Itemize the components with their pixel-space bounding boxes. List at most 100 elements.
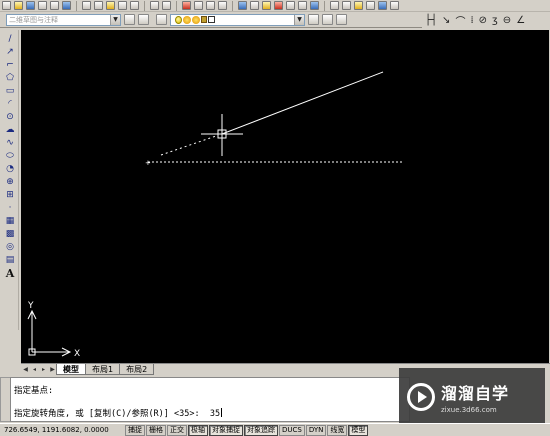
- layer-viewport-thaw-icon[interactable]: [192, 15, 200, 24]
- ellipse-arc-tool-icon[interactable]: ◔: [4, 163, 17, 175]
- multiline-text-tool-icon[interactable]: A: [4, 267, 17, 279]
- table-tool-icon[interactable]: ▤: [4, 254, 17, 266]
- layer-lock-icon[interactable]: [201, 16, 207, 23]
- status-toggle-button[interactable]: DUCS: [279, 424, 305, 436]
- line-tool-icon[interactable]: /: [4, 33, 17, 45]
- new-file-icon[interactable]: [2, 1, 11, 10]
- watermark: 溜溜自学 zixue.3d66.com: [399, 368, 545, 426]
- dimension-ordinate-icon[interactable]: [366, 1, 375, 10]
- drawing-canvas[interactable]: + Y X: [21, 30, 549, 363]
- pan-icon[interactable]: [182, 1, 191, 10]
- layer-thaw-icon[interactable]: [183, 15, 191, 24]
- spline-tool-icon[interactable]: ∿: [4, 137, 17, 149]
- open-file-icon[interactable]: [14, 1, 23, 10]
- zoom-window-icon[interactable]: [206, 1, 215, 10]
- drawing-area[interactable]: + Y X: [21, 30, 549, 363]
- watermark-brand: 溜溜自学: [441, 384, 510, 403]
- sheet-set-icon[interactable]: [274, 1, 283, 10]
- tool-palettes-icon[interactable]: [262, 1, 271, 10]
- point-tool-icon[interactable]: ·: [4, 202, 17, 214]
- copy-icon[interactable]: [94, 1, 103, 10]
- block-editor-icon[interactable]: [130, 1, 139, 10]
- polygon-tool-icon[interactable]: ⬠: [4, 72, 17, 84]
- next-tab-icon[interactable]: ▸: [39, 365, 48, 375]
- my-workspace-icon[interactable]: [138, 14, 149, 25]
- status-toggle-button[interactable]: 极轴: [188, 424, 208, 436]
- make-current-layer-icon[interactable]: [308, 14, 319, 25]
- dimension-aligned-icon[interactable]: [342, 1, 351, 10]
- dimension-angular-tool-icon[interactable]: ∠: [516, 15, 525, 26]
- workspace-settings-icon[interactable]: [124, 14, 135, 25]
- command-prompt-text: 指定旋转角度, 或 [复制(C)/参照(R)] <35>: 35: [14, 409, 221, 419]
- properties-icon[interactable]: [238, 1, 247, 10]
- toolbar-separator: [76, 0, 77, 11]
- status-toggle-button[interactable]: DYN: [305, 424, 327, 436]
- dimension-diameter-icon[interactable]: [390, 1, 399, 10]
- dimension-linear-icon[interactable]: [330, 1, 339, 10]
- design-center-icon[interactable]: [250, 1, 259, 10]
- status-toggle-button[interactable]: 捕捉: [125, 424, 145, 436]
- rectangle-tool-icon[interactable]: ▭: [4, 85, 17, 97]
- dimension-arc-length-tool-icon[interactable]: ⌒: [455, 13, 465, 28]
- insert-block-tool-icon[interactable]: ⊕: [4, 176, 17, 188]
- make-block-tool-icon[interactable]: ⊞: [4, 189, 17, 201]
- region-tool-icon[interactable]: ◎: [4, 241, 17, 253]
- status-toggle-button[interactable]: 正交: [167, 424, 187, 436]
- command-window[interactable]: 指定基点: 指定旋转角度, 或 [复制(C)/参照(R)] <35>: 35: [10, 377, 410, 422]
- dimension-arc-icon[interactable]: [354, 1, 363, 10]
- markup-icon[interactable]: [286, 1, 295, 10]
- dimension-diameter-tool-icon[interactable]: ⊖: [503, 15, 511, 26]
- dimension-ordinate-tool-icon[interactable]: ⁞: [470, 15, 473, 26]
- polyline-tool-icon[interactable]: ⌐: [4, 59, 17, 71]
- revision-cloud-tool-icon[interactable]: ☁: [4, 124, 17, 136]
- save-icon[interactable]: [26, 1, 35, 10]
- tab-model[interactable]: 模型: [56, 364, 86, 375]
- status-toggle-button[interactable]: 线宽: [327, 424, 348, 436]
- status-toggle-button[interactable]: 对象捕捉: [209, 424, 243, 436]
- workspace-dropdown[interactable]: 二维草图与注释 ▼: [6, 13, 121, 26]
- rotated-line[interactable]: [221, 71, 384, 135]
- dimension-linear-tool-icon[interactable]: ├┤: [425, 15, 437, 26]
- first-tab-icon[interactable]: ◀: [21, 365, 30, 375]
- hatch-tool-icon[interactable]: ▦: [4, 215, 17, 227]
- chevron-down-icon[interactable]: ▼: [110, 14, 120, 25]
- layer-state-manager-icon[interactable]: [336, 14, 347, 25]
- layer-state-icons: [173, 15, 216, 24]
- toolbar-separator: [176, 0, 177, 11]
- layer-on-icon[interactable]: [175, 15, 182, 24]
- dimension-aligned-tool-icon[interactable]: ↘: [442, 15, 450, 26]
- chevron-down-icon[interactable]: ▼: [294, 14, 304, 25]
- layer-color-icon[interactable]: [208, 16, 215, 23]
- zoom-realtime-icon[interactable]: [194, 1, 203, 10]
- quickcalc-icon[interactable]: [298, 1, 307, 10]
- command-window-grip[interactable]: [0, 377, 10, 422]
- circle-tool-icon[interactable]: ⊙: [4, 111, 17, 123]
- gradient-tool-icon[interactable]: ▩: [4, 228, 17, 240]
- dimension-jogged-tool-icon[interactable]: ʒ: [492, 15, 498, 26]
- status-toggle-button[interactable]: 栅格: [146, 424, 166, 436]
- publish-icon[interactable]: [62, 1, 71, 10]
- dimension-radius-tool-icon[interactable]: ⊘: [479, 15, 487, 26]
- redo-icon[interactable]: [162, 1, 171, 10]
- undo-icon[interactable]: [150, 1, 159, 10]
- paste-icon[interactable]: [106, 1, 115, 10]
- status-toggle-button[interactable]: 模型: [348, 424, 369, 436]
- arc-tool-icon[interactable]: ◜: [4, 98, 17, 110]
- tab-layout2[interactable]: 布局2: [119, 364, 155, 375]
- layer-dropdown[interactable]: ▼: [170, 13, 305, 26]
- plot-preview-icon[interactable]: [50, 1, 59, 10]
- status-toggle-button[interactable]: 对象追踪: [244, 424, 278, 436]
- match-properties-icon[interactable]: [118, 1, 127, 10]
- dimension-radius-icon[interactable]: [378, 1, 387, 10]
- cut-icon[interactable]: [82, 1, 91, 10]
- layer-properties-icon[interactable]: [156, 14, 167, 25]
- ellipse-tool-icon[interactable]: ⬭: [4, 150, 17, 162]
- plot-icon[interactable]: [38, 1, 47, 10]
- layer-previous-icon[interactable]: [322, 14, 333, 25]
- help-icon[interactable]: [310, 1, 319, 10]
- zoom-previous-icon[interactable]: [218, 1, 227, 10]
- prev-tab-icon[interactable]: ◂: [30, 365, 39, 375]
- tab-layout1[interactable]: 布局1: [85, 364, 121, 375]
- construction-line-tool-icon[interactable]: ↗: [4, 46, 17, 58]
- command-prompt-line[interactable]: 指定旋转角度, 或 [复制(C)/参照(R)] <35>: 35: [14, 407, 223, 419]
